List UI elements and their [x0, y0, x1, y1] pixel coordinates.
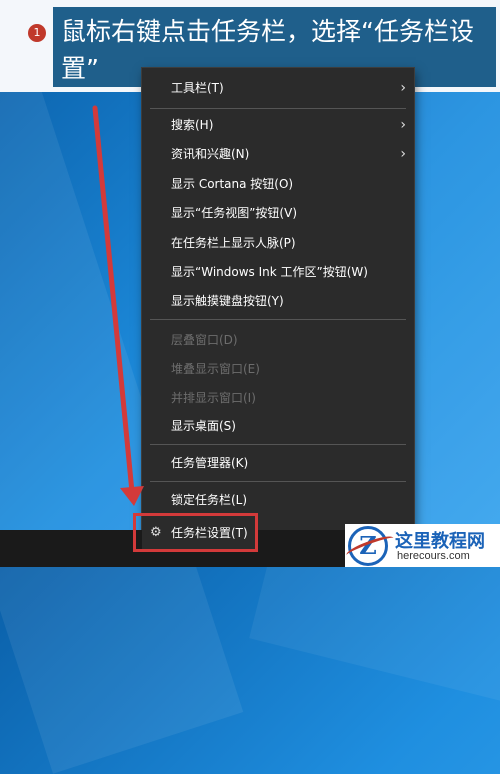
logo-site-url: herecours.com: [397, 550, 470, 562]
pointer-arrow: [92, 105, 144, 506]
logo-icon: Z: [344, 526, 396, 566]
arrow-shaft: [92, 105, 135, 495]
arrow-head: [120, 486, 144, 506]
site-watermark-logo: Z 这里教程网 herecours.com: [344, 524, 500, 567]
